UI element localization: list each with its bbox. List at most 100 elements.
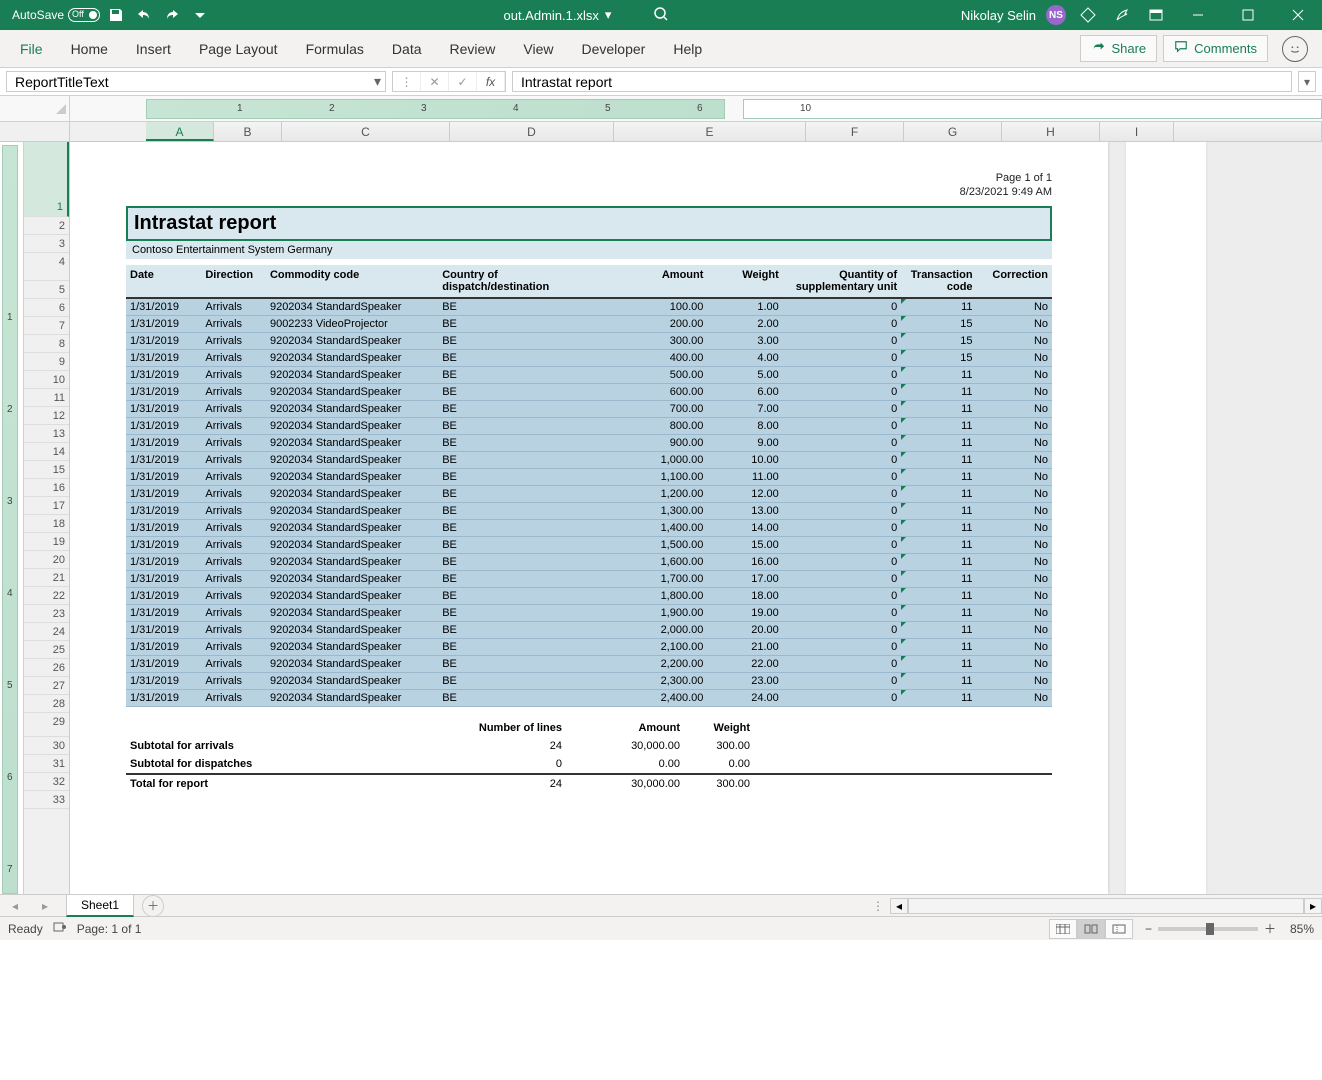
table-row[interactable]: 1/31/2019Arrivals9202034 StandardSpeaker… — [126, 554, 1052, 571]
row-header-31[interactable]: 31 — [24, 755, 69, 773]
row-header-10[interactable]: 10 — [24, 371, 69, 389]
table-row[interactable]: 1/31/2019Arrivals9202034 StandardSpeaker… — [126, 350, 1052, 367]
row-header-4[interactable]: 4 — [24, 253, 69, 281]
qat-customize-icon[interactable] — [188, 3, 212, 27]
user-name[interactable]: Nikolay Selin — [961, 8, 1036, 23]
table-row[interactable]: 1/31/2019Arrivals9202034 StandardSpeaker… — [126, 537, 1052, 554]
table-row[interactable]: 1/31/2019Arrivals9202034 StandardSpeaker… — [126, 452, 1052, 469]
table-row[interactable]: 1/31/2019Arrivals9202034 StandardSpeaker… — [126, 486, 1052, 503]
row-header-7[interactable]: 7 — [24, 317, 69, 335]
row-header-29[interactable]: 29 — [24, 713, 69, 737]
tab-home[interactable]: Home — [57, 33, 122, 65]
name-box[interactable]: ReportTitleText ▾ — [6, 71, 386, 92]
row-header-1[interactable]: 1 — [24, 142, 69, 217]
col-header-A[interactable]: A — [146, 122, 214, 141]
undo-icon[interactable] — [132, 3, 156, 27]
share-button[interactable]: Share — [1080, 35, 1157, 62]
table-row[interactable]: 1/31/2019Arrivals9202034 StandardSpeaker… — [126, 469, 1052, 486]
zoom-slider[interactable] — [1158, 927, 1258, 931]
row-header-5[interactable]: 5 — [24, 281, 69, 299]
table-row[interactable]: 1/31/2019Arrivals9202034 StandardSpeaker… — [126, 622, 1052, 639]
diamond-icon[interactable] — [1076, 3, 1100, 27]
row-header-8[interactable]: 8 — [24, 335, 69, 353]
close-button[interactable] — [1278, 0, 1318, 30]
row-header-15[interactable]: 15 — [24, 461, 69, 479]
coming-soon-icon[interactable] — [1110, 3, 1134, 27]
save-icon[interactable] — [104, 3, 128, 27]
user-avatar[interactable]: NS — [1046, 5, 1066, 25]
scroll-grip-icon[interactable]: ⋮ — [872, 899, 884, 913]
view-page-layout-button[interactable] — [1077, 919, 1105, 939]
redo-icon[interactable] — [160, 3, 184, 27]
row-header-23[interactable]: 23 — [24, 605, 69, 623]
feedback-icon[interactable] — [1282, 36, 1308, 62]
view-normal-button[interactable] — [1049, 919, 1077, 939]
row-header-11[interactable]: 11 — [24, 389, 69, 407]
scroll-right-icon[interactable]: ▸ — [1304, 898, 1322, 914]
tab-page-layout[interactable]: Page Layout — [185, 33, 292, 65]
row-header-24[interactable]: 24 — [24, 623, 69, 641]
macro-record-icon[interactable] — [53, 920, 67, 937]
row-header-6[interactable]: 6 — [24, 299, 69, 317]
autosave-toggle[interactable]: AutoSave Off — [12, 8, 100, 22]
sheet-nav-next-icon[interactable]: ▸ — [42, 899, 48, 913]
tab-data[interactable]: Data — [378, 33, 436, 65]
fx-icon[interactable]: fx — [477, 72, 505, 91]
row-header-22[interactable]: 22 — [24, 587, 69, 605]
row-header-12[interactable]: 12 — [24, 407, 69, 425]
table-row[interactable]: 1/31/2019Arrivals9202034 StandardSpeaker… — [126, 520, 1052, 537]
col-header-H[interactable]: H — [1002, 122, 1100, 141]
minimize-button[interactable] — [1178, 0, 1218, 30]
formula-dropdown-icon[interactable]: ⋮ — [393, 72, 421, 91]
search-icon[interactable] — [653, 6, 669, 25]
row-header-32[interactable]: 32 — [24, 773, 69, 791]
table-row[interactable]: 1/31/2019Arrivals9202034 StandardSpeaker… — [126, 298, 1052, 316]
row-header-2[interactable]: 2 — [24, 217, 69, 235]
table-row[interactable]: 1/31/2019Arrivals9202034 StandardSpeaker… — [126, 503, 1052, 520]
sheet-nav-prev-icon[interactable]: ◂ — [12, 899, 18, 913]
zoom-level[interactable]: 85% — [1290, 922, 1314, 936]
table-row[interactable]: 1/31/2019Arrivals9202034 StandardSpeaker… — [126, 401, 1052, 418]
maximize-button[interactable] — [1228, 0, 1268, 30]
zoom-out-button[interactable]: − — [1145, 922, 1152, 936]
row-header-3[interactable]: 3 — [24, 235, 69, 253]
table-row[interactable]: 1/31/2019Arrivals9002233 VideoProjectorB… — [126, 316, 1052, 333]
col-header-D[interactable]: D — [450, 122, 614, 141]
row-header-14[interactable]: 14 — [24, 443, 69, 461]
table-row[interactable]: 1/31/2019Arrivals9202034 StandardSpeaker… — [126, 656, 1052, 673]
horizontal-scrollbar[interactable]: ⋮ ◂ ▸ — [872, 898, 1322, 914]
table-row[interactable]: 1/31/2019Arrivals9202034 StandardSpeaker… — [126, 639, 1052, 656]
table-row[interactable]: 1/31/2019Arrivals9202034 StandardSpeaker… — [126, 418, 1052, 435]
row-header-33[interactable]: 33 — [24, 791, 69, 809]
ribbon-display-icon[interactable] — [1144, 3, 1168, 27]
tab-insert[interactable]: Insert — [122, 33, 185, 65]
row-header-28[interactable]: 28 — [24, 695, 69, 713]
col-header-I[interactable]: I — [1100, 122, 1174, 141]
formula-input[interactable]: Intrastat report — [512, 71, 1292, 92]
add-sheet-button[interactable]: ＋ — [142, 895, 164, 917]
tab-review[interactable]: Review — [436, 33, 510, 65]
scroll-left-icon[interactable]: ◂ — [890, 898, 908, 914]
col-header-G[interactable]: G — [904, 122, 1002, 141]
title-dropdown-icon[interactable]: ▾ — [605, 7, 612, 23]
tab-developer[interactable]: Developer — [568, 33, 660, 65]
cancel-formula-icon[interactable]: ✕ — [421, 72, 449, 91]
table-row[interactable]: 1/31/2019Arrivals9202034 StandardSpeaker… — [126, 333, 1052, 350]
comments-button[interactable]: Comments — [1163, 35, 1268, 62]
col-header-C[interactable]: C — [282, 122, 450, 141]
row-header-13[interactable]: 13 — [24, 425, 69, 443]
report-title-cell[interactable]: Intrastat report — [126, 206, 1052, 241]
expand-formula-icon[interactable]: ▾ — [1298, 71, 1316, 92]
table-row[interactable]: 1/31/2019Arrivals9202034 StandardSpeaker… — [126, 384, 1052, 401]
accept-formula-icon[interactable]: ✓ — [449, 72, 477, 91]
row-header-30[interactable]: 30 — [24, 737, 69, 755]
table-row[interactable]: 1/31/2019Arrivals9202034 StandardSpeaker… — [126, 588, 1052, 605]
page-view[interactable]: Page 1 of 1 8/23/2021 9:49 AM Intrastat … — [70, 142, 1108, 894]
table-row[interactable]: 1/31/2019Arrivals9202034 StandardSpeaker… — [126, 367, 1052, 384]
col-header-E[interactable]: E — [614, 122, 806, 141]
row-header-27[interactable]: 27 — [24, 677, 69, 695]
row-header-19[interactable]: 19 — [24, 533, 69, 551]
vertical-ruler[interactable]: 1234567 — [2, 145, 18, 894]
row-header-21[interactable]: 21 — [24, 569, 69, 587]
row-header-18[interactable]: 18 — [24, 515, 69, 533]
